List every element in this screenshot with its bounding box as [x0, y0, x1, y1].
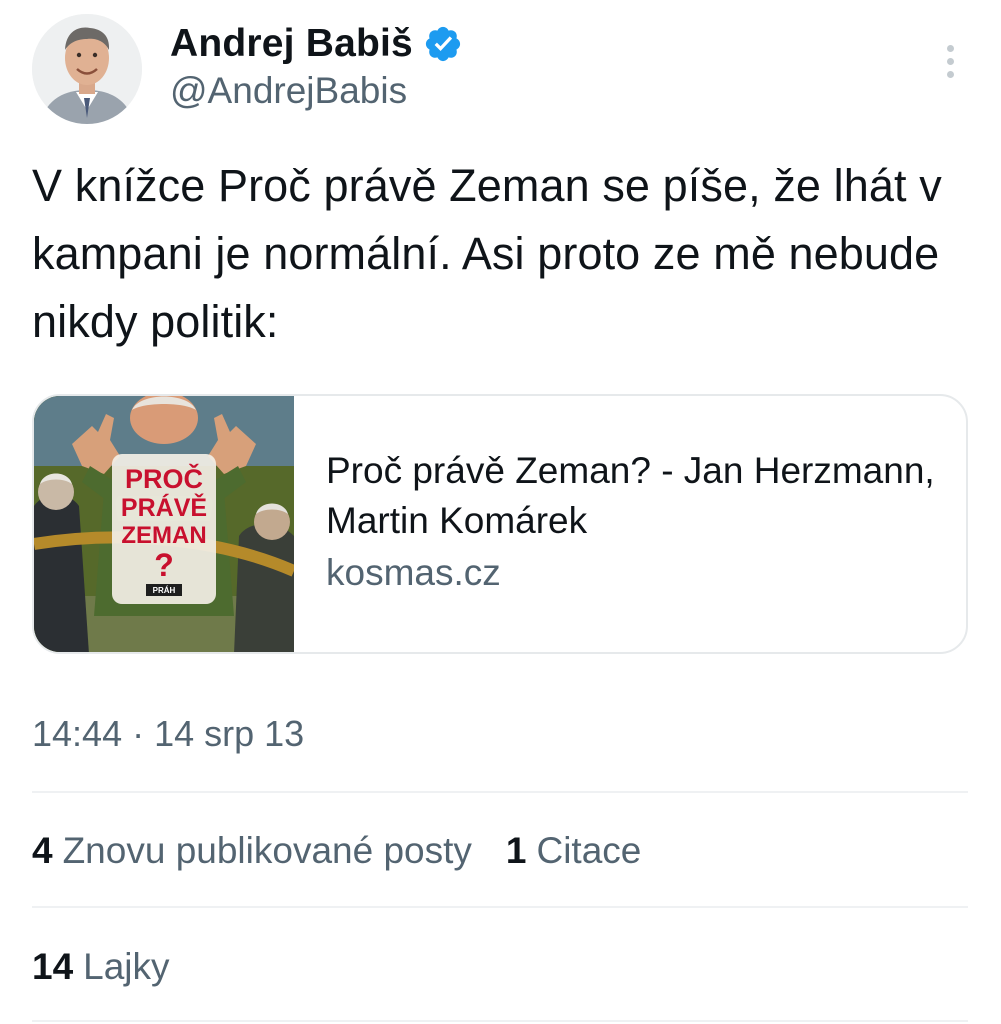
tweet-timestamp[interactable]: 14:44 · 14 srp 13 [32, 713, 304, 755]
verified-badge-icon [425, 26, 461, 62]
author-name-row[interactable]: Andrej Babiš [170, 16, 463, 72]
cover-publisher: PRÁH [153, 586, 176, 595]
reposts-label: Znovu publikované posty [62, 830, 472, 871]
likes-stats-row: 14 Lajky [32, 946, 170, 988]
likes-stat[interactable]: 14 Lajky [32, 946, 170, 988]
divider [32, 1020, 968, 1022]
tweet-text: V knížce Proč právě Zeman se píše, že lh… [32, 160, 942, 347]
author-handle[interactable]: @AndrejBabis [170, 70, 407, 112]
cover-title-line1: PROČ [125, 463, 203, 494]
link-card-title[interactable]: Proč právě Zeman? - Jan Herzmann, Martin… [326, 446, 946, 546]
quotes-count: 1 [505, 830, 527, 871]
likes-label: Lajky [83, 946, 170, 987]
divider [32, 906, 968, 908]
likes-count: 14 [32, 946, 74, 987]
profile-photo-icon [32, 14, 142, 124]
cover-question-mark: ? [154, 547, 174, 583]
book-cover-thumbnail: PROČ PRÁVĚ ZEMAN ? PRÁH [34, 396, 294, 652]
more-dot-icon [946, 70, 954, 78]
avatar[interactable] [32, 14, 142, 124]
more-dot-icon [946, 44, 954, 52]
cover-title-line3: ZEMAN [121, 522, 206, 549]
engagement-stats-row: 4 Znovu publikované posty 1 Citace [32, 830, 641, 872]
link-preview-card[interactable]: PROČ PRÁVĚ ZEMAN ? PRÁH Proč právě Zeman… [32, 394, 968, 654]
quotes-label: Citace [536, 830, 642, 871]
reposts-stat[interactable]: 4 Znovu publikované posty [32, 830, 472, 872]
divider [32, 791, 968, 793]
book-cover-illustration-icon: PROČ PRÁVĚ ZEMAN ? PRÁH [34, 396, 294, 652]
cover-title-line2: PRÁVĚ [121, 492, 207, 522]
author-display-name[interactable]: Andrej Babiš [170, 22, 413, 66]
more-options-button[interactable] [932, 36, 968, 86]
link-card-domain[interactable]: kosmas.cz [326, 548, 946, 598]
quotes-stat[interactable]: 1 Citace [506, 830, 641, 872]
link-card-text[interactable]: Proč právě Zeman? - Jan Herzmann, Martin… [326, 446, 946, 598]
more-dot-icon [946, 57, 954, 65]
reposts-count: 4 [32, 830, 53, 871]
